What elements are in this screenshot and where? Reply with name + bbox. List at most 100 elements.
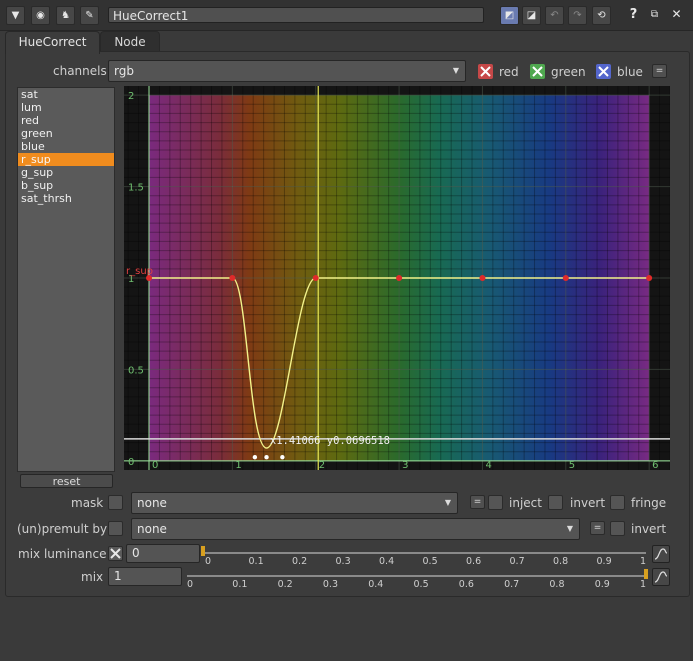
selected-key-point bbox=[264, 455, 269, 460]
x-tick-label: 4 bbox=[485, 460, 491, 470]
mix-tick-label: 0.2 bbox=[277, 579, 293, 590]
mix-luminance-tick-label: 0.1 bbox=[248, 556, 264, 567]
circle-icon[interactable]: ◉ bbox=[31, 6, 50, 25]
mix-tick-label: 1 bbox=[640, 579, 647, 590]
premult-label: (un)premult by bbox=[17, 522, 108, 536]
curve-graph-icon[interactable] bbox=[652, 568, 670, 586]
y-tick-label: 0 bbox=[128, 457, 134, 468]
selected-key-point bbox=[280, 455, 285, 460]
mask-link-button[interactable]: = bbox=[470, 495, 485, 509]
channels-dropdown[interactable]: rgb ▼ bbox=[108, 60, 466, 82]
mix-luminance-ticks: 0 0.1 0.2 0.3 0.4 0.5 0.6 0.7 0.8 0.9 1 bbox=[205, 556, 647, 567]
x-tick-label: 0 bbox=[152, 460, 158, 470]
float-icon[interactable]: ◩ bbox=[500, 6, 519, 25]
curve-list-item-lum[interactable]: lum bbox=[18, 101, 114, 114]
curve-editor-graph[interactable]: 00.511.520 1 2 3 4 5 6 r_sup x1.41066 y0.06965… bbox=[124, 86, 670, 470]
mix-tick-label: 0.9 bbox=[594, 579, 610, 590]
premult-invert-checkbox[interactable] bbox=[610, 521, 625, 536]
blue-checkbox[interactable] bbox=[596, 64, 611, 79]
curve-list-item-b-sup[interactable]: b_sup bbox=[18, 179, 114, 192]
mix-input[interactable]: 1 bbox=[108, 567, 182, 586]
x-tick-label: 5 bbox=[569, 460, 575, 470]
mix-luminance-input[interactable]: 0 bbox=[126, 544, 200, 563]
collapse-arrow-icon[interactable]: ▼ bbox=[6, 6, 25, 25]
premult-checkbox[interactable] bbox=[108, 521, 123, 536]
help-icon[interactable]: ? bbox=[625, 6, 642, 23]
mix-tick-label: 0.4 bbox=[368, 579, 384, 590]
curve-list-item-blue[interactable]: blue bbox=[18, 140, 114, 153]
float-window-icon[interactable]: ⧉ bbox=[646, 6, 663, 23]
red-checkbox[interactable] bbox=[478, 64, 493, 79]
chevron-down-icon: ▼ bbox=[452, 66, 459, 75]
curve-list-item-red[interactable]: red bbox=[18, 114, 114, 127]
chevron-down-icon: ▼ bbox=[566, 524, 573, 533]
node-name-field[interactable]: HueCorrect1 bbox=[108, 7, 484, 23]
mix-luminance-tick-label: 1 bbox=[640, 556, 647, 567]
wrench-icon[interactable]: ✎ bbox=[80, 6, 99, 25]
curve-key-point bbox=[479, 275, 486, 281]
mix-luminance-tick-label: 0.8 bbox=[553, 556, 569, 567]
x-tick-label: 1 bbox=[235, 460, 241, 470]
tab-node[interactable]: Node bbox=[100, 31, 160, 53]
curve-list-item-green[interactable]: green bbox=[18, 127, 114, 140]
tab-huecorrect[interactable]: HueCorrect bbox=[5, 31, 100, 54]
mask-dropdown[interactable]: none ▼ bbox=[131, 492, 458, 514]
graph-curve-name: r_sup bbox=[126, 266, 153, 277]
mix-tick-label: 0.8 bbox=[549, 579, 565, 590]
premult-link-button[interactable]: = bbox=[590, 521, 605, 535]
mix-luminance-slider[interactable] bbox=[205, 552, 646, 554]
redo-icon[interactable]: ↷ bbox=[568, 6, 587, 25]
curve-list-item-g-sup[interactable]: g_sup bbox=[18, 166, 114, 179]
red-label: red bbox=[499, 65, 519, 79]
graph-readout: x1.41066 y0.0696518 bbox=[270, 435, 390, 447]
premult-dropdown[interactable]: none ▼ bbox=[131, 518, 580, 540]
undo-icon[interactable]: ↶ bbox=[545, 6, 564, 25]
curve-list[interactable]: sat lum red green blue r_sup g_sup b_sup sat_thr… bbox=[17, 87, 115, 472]
curve-key-point bbox=[562, 275, 569, 281]
premult-value: none bbox=[137, 522, 167, 536]
mix-luminance-label: mix luminance bbox=[18, 547, 107, 561]
curve-list-item-r-sup[interactable]: r_sup bbox=[18, 153, 114, 166]
mix-luminance-tick-label: 0 bbox=[205, 556, 212, 567]
close-icon[interactable]: ✕ bbox=[668, 6, 685, 23]
color-swatch-icon[interactable]: ◪ bbox=[522, 6, 541, 25]
mix-luminance-tick-label: 0.7 bbox=[509, 556, 525, 567]
curve-graph-icon[interactable] bbox=[652, 545, 670, 563]
mix-tick-label: 0 bbox=[187, 579, 194, 590]
reset-button[interactable]: reset bbox=[20, 474, 113, 488]
chevron-down-icon: ▼ bbox=[444, 498, 451, 507]
curve-list-item-sat-thrsh[interactable]: sat_thrsh bbox=[18, 192, 114, 205]
mix-tick-label: 0.6 bbox=[458, 579, 474, 590]
node-toolbar: ▼ ◉ ♞ ✎ HueCorrect1 ◩ ◪ ↶ ↷ ⟲ ? ⧉ ✕ bbox=[0, 0, 693, 31]
y-tick-label: 2 bbox=[128, 91, 134, 102]
mask-checkbox[interactable] bbox=[108, 495, 123, 510]
revert-icon[interactable]: ⟲ bbox=[592, 6, 611, 25]
curve-key-point bbox=[646, 275, 653, 281]
mix-luminance-slider-handle[interactable] bbox=[201, 546, 205, 556]
mix-slider[interactable] bbox=[187, 575, 646, 577]
mix-luminance-checkbox[interactable] bbox=[108, 546, 123, 561]
curve-key-point bbox=[312, 275, 319, 281]
channels-label: channels bbox=[53, 64, 107, 78]
curve-list-item-sat[interactable]: sat bbox=[18, 88, 114, 101]
x-tick-label: 3 bbox=[402, 460, 408, 470]
fringe-checkbox[interactable] bbox=[610, 495, 625, 510]
cow-icon[interactable]: ♞ bbox=[56, 6, 75, 25]
mask-invert-label: invert bbox=[570, 496, 606, 510]
channels-link-button[interactable]: = bbox=[652, 64, 667, 78]
mix-ticks: 0 0.1 0.2 0.3 0.4 0.5 0.6 0.7 0.8 0.9 1 bbox=[187, 579, 647, 590]
inject-checkbox[interactable] bbox=[488, 495, 503, 510]
mask-value: none bbox=[137, 496, 167, 510]
mix-slider-handle[interactable] bbox=[644, 569, 648, 579]
mask-label: mask bbox=[71, 496, 104, 510]
curve-key-point bbox=[396, 275, 403, 281]
mix-luminance-tick-label: 0.2 bbox=[292, 556, 308, 567]
y-tick-label: 1.5 bbox=[128, 183, 144, 194]
y-tick-label: 0.5 bbox=[128, 365, 144, 376]
mix-luminance-tick-label: 0.5 bbox=[422, 556, 438, 567]
green-checkbox[interactable] bbox=[530, 64, 545, 79]
mask-invert-checkbox[interactable] bbox=[548, 495, 563, 510]
mix-luminance-tick-label: 0.4 bbox=[379, 556, 395, 567]
blue-label: blue bbox=[617, 65, 643, 79]
curve-key-point bbox=[229, 275, 236, 281]
